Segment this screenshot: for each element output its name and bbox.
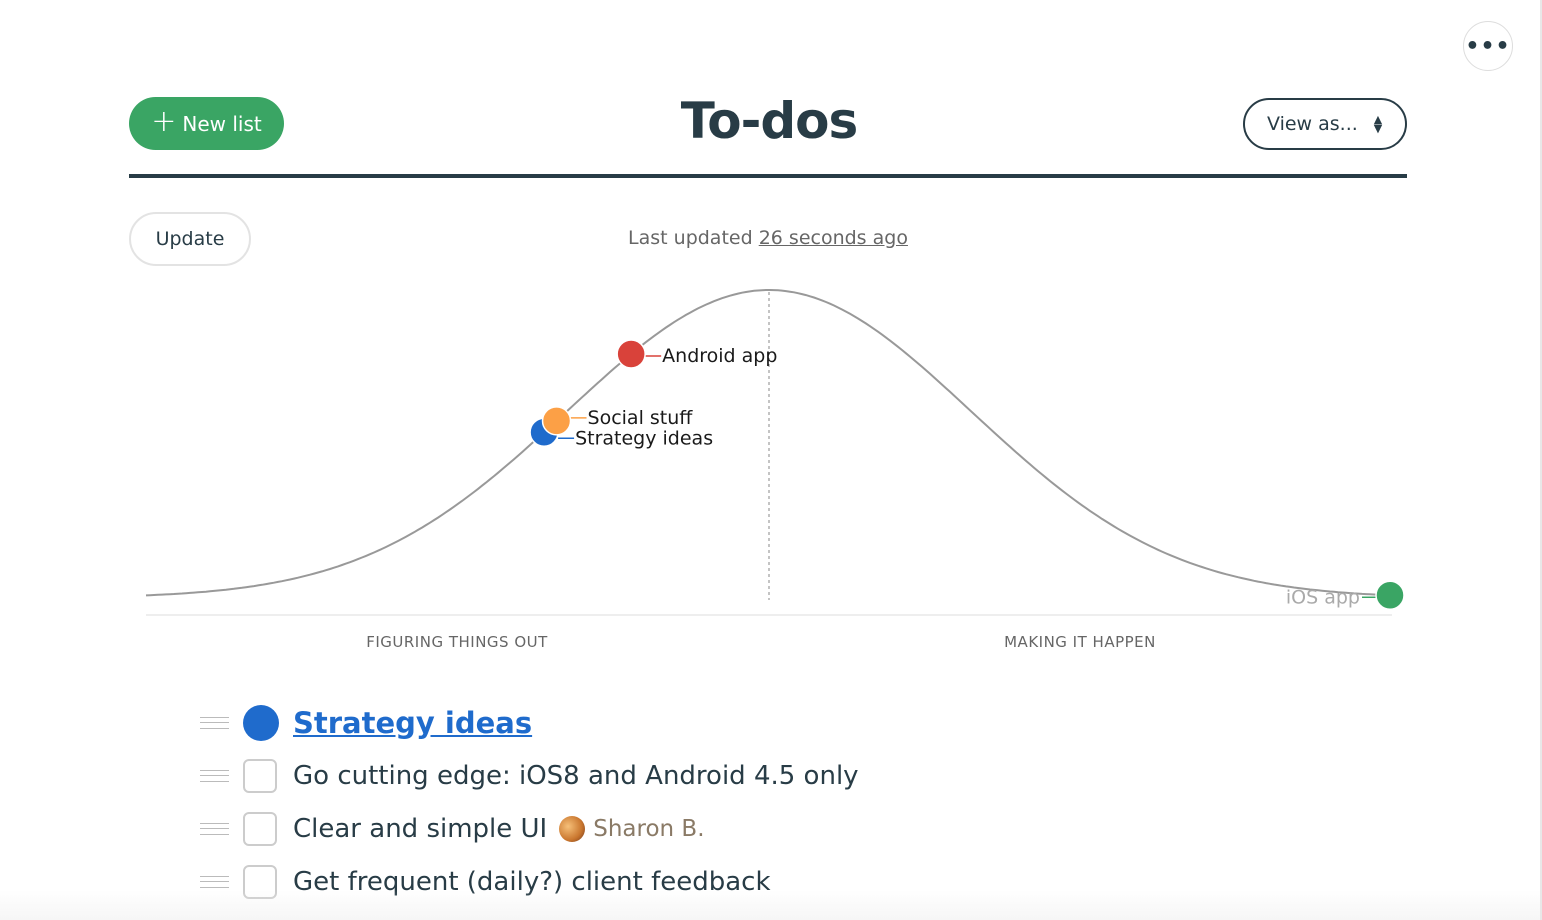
todo-checkbox[interactable] <box>243 811 277 846</box>
hill-chart: FIGURING THINGS OUT MAKING IT HAPPEN Str… <box>145 289 1405 651</box>
axis-label-left: FIGURING THINGS OUT <box>366 633 548 651</box>
todo-item: Clear and simple UI Sharon B. <box>200 802 859 855</box>
assignee-name[interactable]: Sharon B. <box>593 816 704 842</box>
todo-item: Go cutting edge: iOS8 and Android 4.5 on… <box>200 749 859 802</box>
hill-point[interactable]: iOS app <box>1286 580 1405 611</box>
todo-list: Strategy ideas Go cutting edge: iOS8 and… <box>200 696 859 908</box>
hill-point-label: Android app <box>662 345 777 367</box>
todo-text[interactable]: Clear and simple UI <box>293 814 547 844</box>
hill-point[interactable]: Android app <box>616 339 777 369</box>
list-header: Strategy ideas <box>200 696 859 749</box>
list-color-dot <box>243 704 279 741</box>
hill-curve <box>145 289 1391 597</box>
todo-item: Get frequent (daily?) client feedback <box>200 855 859 908</box>
todo-checkbox[interactable] <box>243 864 277 899</box>
drag-handle-icon[interactable] <box>200 822 229 835</box>
hill-point-dot[interactable] <box>541 406 572 436</box>
drag-handle-icon[interactable] <box>200 769 229 782</box>
todo-checkbox[interactable] <box>243 758 277 793</box>
hill-point-dot[interactable] <box>1375 580 1405 611</box>
hill-point-label: Strategy ideas <box>575 427 713 449</box>
hill-point-label: Social stuff <box>588 407 694 429</box>
drag-handle-icon[interactable] <box>200 875 229 888</box>
drag-handle-icon[interactable] <box>200 716 229 729</box>
list-title-link[interactable]: Strategy ideas <box>293 706 532 740</box>
hill-point-dot[interactable] <box>616 339 646 369</box>
hill-point-label: iOS app <box>1286 586 1360 608</box>
avatar <box>559 815 586 842</box>
todo-text[interactable]: Go cutting edge: iOS8 and Android 4.5 on… <box>293 761 859 791</box>
todo-text[interactable]: Get frequent (daily?) client feedback <box>293 867 771 897</box>
axis-label-right: MAKING IT HAPPEN <box>1004 633 1156 651</box>
